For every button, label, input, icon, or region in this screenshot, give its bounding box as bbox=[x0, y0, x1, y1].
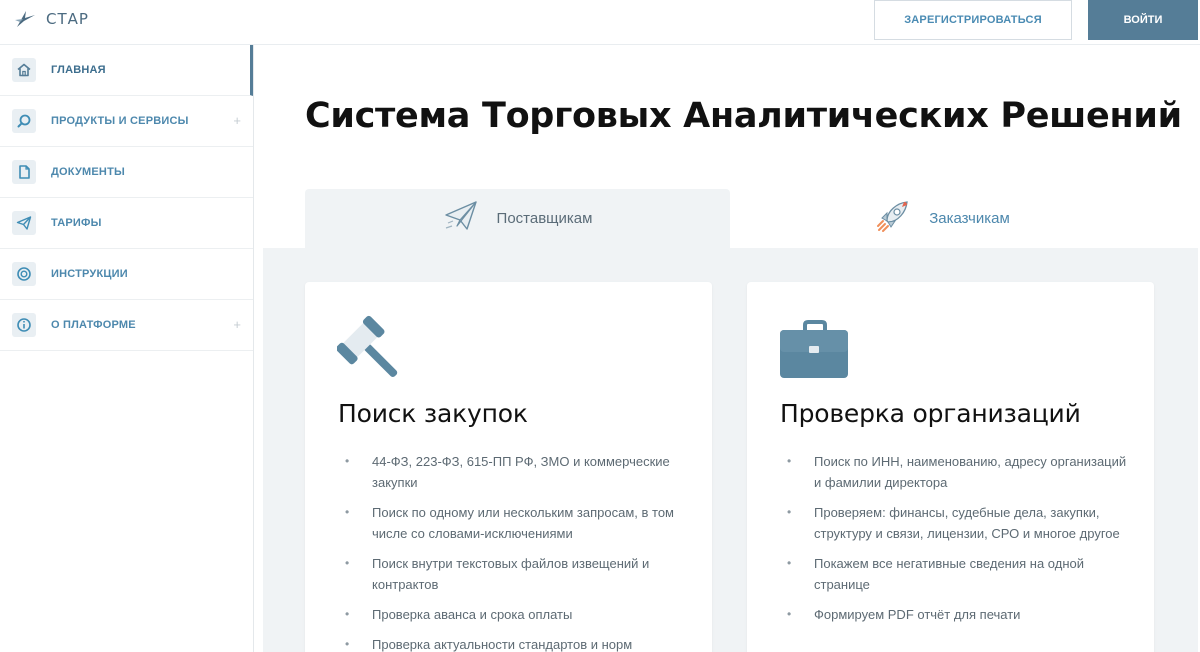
sidebar-item-home[interactable]: ГЛАВНАЯ bbox=[0, 45, 253, 96]
list-item: Покажем все негативные сведения на одной… bbox=[787, 553, 1132, 595]
page-title: Система Торговых Аналитических Решений bbox=[305, 96, 1182, 136]
list-item: Поиск по ИНН, наименованию, адресу орган… bbox=[787, 451, 1132, 493]
top-bar: СТАР ЗАРЕГИСТРИРОВАТЬСЯ ВОЙТИ bbox=[0, 0, 1200, 45]
sidebar-item-label: ПРОДУКТЫ И СЕРВИСЫ bbox=[51, 115, 189, 127]
lifebuoy-icon bbox=[12, 262, 36, 286]
list-item: Проверяем: финансы, судебные дела, закуп… bbox=[787, 502, 1132, 544]
home-icon bbox=[12, 58, 36, 82]
logo[interactable]: СТАР bbox=[14, 8, 89, 30]
tab-customers[interactable]: Заказчикам bbox=[730, 189, 1155, 248]
logo-star-icon bbox=[15, 11, 35, 27]
list-item: Формируем PDF отчёт для печати bbox=[787, 604, 1132, 625]
card-procurement-search[interactable]: Поиск закупок 44-ФЗ, 223-ФЗ, 615-ПП РФ, … bbox=[305, 282, 712, 652]
sidebar-item-label: ИНСТРУКЦИИ bbox=[51, 268, 128, 280]
gavel-icon bbox=[336, 314, 409, 391]
list-item: 44-ФЗ, 223-ФЗ, 615-ПП РФ, ЗМО и коммерче… bbox=[345, 451, 690, 493]
info-icon bbox=[12, 313, 36, 337]
sidebar-item-instructions[interactable]: ИНСТРУКЦИИ bbox=[0, 249, 253, 300]
paper-plane-icon bbox=[12, 211, 36, 235]
expand-plus-icon[interactable]: + bbox=[233, 113, 241, 128]
card-title: Проверка организаций bbox=[780, 399, 1081, 428]
rocket-icon bbox=[875, 199, 911, 238]
sidebar: ГЛАВНАЯ ПРОДУКТЫ И СЕРВИСЫ + ДОКУМЕНТЫ Т… bbox=[0, 45, 254, 652]
sidebar-item-label: О ПЛАТФОРМЕ bbox=[51, 319, 136, 331]
sidebar-item-label: ДОКУМЕНТЫ bbox=[51, 166, 125, 178]
expand-plus-icon[interactable]: + bbox=[233, 317, 241, 332]
tab-label: Заказчикам bbox=[929, 210, 1010, 227]
list-item: Проверка аванса и срока оплаты bbox=[345, 604, 690, 625]
sidebar-item-label: ГЛАВНАЯ bbox=[51, 64, 106, 76]
list-item: Поиск по одному или нескольким запросам,… bbox=[345, 502, 690, 544]
search-icon bbox=[12, 109, 36, 133]
briefcase-icon bbox=[779, 314, 851, 391]
tab-label: Поставщикам bbox=[496, 210, 593, 227]
login-button[interactable]: ВОЙТИ bbox=[1088, 0, 1198, 40]
feature-list: 44-ФЗ, 223-ФЗ, 615-ПП РФ, ЗМО и коммерче… bbox=[345, 451, 690, 652]
list-item: Проверка актуальности стандартов и норм bbox=[345, 634, 690, 652]
sidebar-item-about[interactable]: О ПЛАТФОРМЕ + bbox=[0, 300, 253, 351]
sidebar-item-products[interactable]: ПРОДУКТЫ И СЕРВИСЫ + bbox=[0, 96, 253, 147]
sidebar-item-tariffs[interactable]: ТАРИФЫ bbox=[0, 198, 253, 249]
tab-suppliers[interactable]: Поставщикам bbox=[305, 189, 730, 248]
register-button[interactable]: ЗАРЕГИСТРИРОВАТЬСЯ bbox=[874, 0, 1072, 40]
document-icon bbox=[12, 160, 36, 184]
sidebar-item-label: ТАРИФЫ bbox=[51, 217, 102, 229]
list-item: Поиск внутри текстовых файлов извещений … bbox=[345, 553, 690, 595]
paper-plane-icon bbox=[443, 199, 479, 238]
sidebar-item-documents[interactable]: ДОКУМЕНТЫ bbox=[0, 147, 253, 198]
card-title: Поиск закупок bbox=[338, 399, 528, 428]
card-organization-check[interactable]: Проверка организаций Поиск по ИНН, наиме… bbox=[747, 282, 1154, 652]
feature-list: Поиск по ИНН, наименованию, адресу орган… bbox=[787, 451, 1132, 634]
brand-name: СТАР bbox=[46, 10, 89, 28]
